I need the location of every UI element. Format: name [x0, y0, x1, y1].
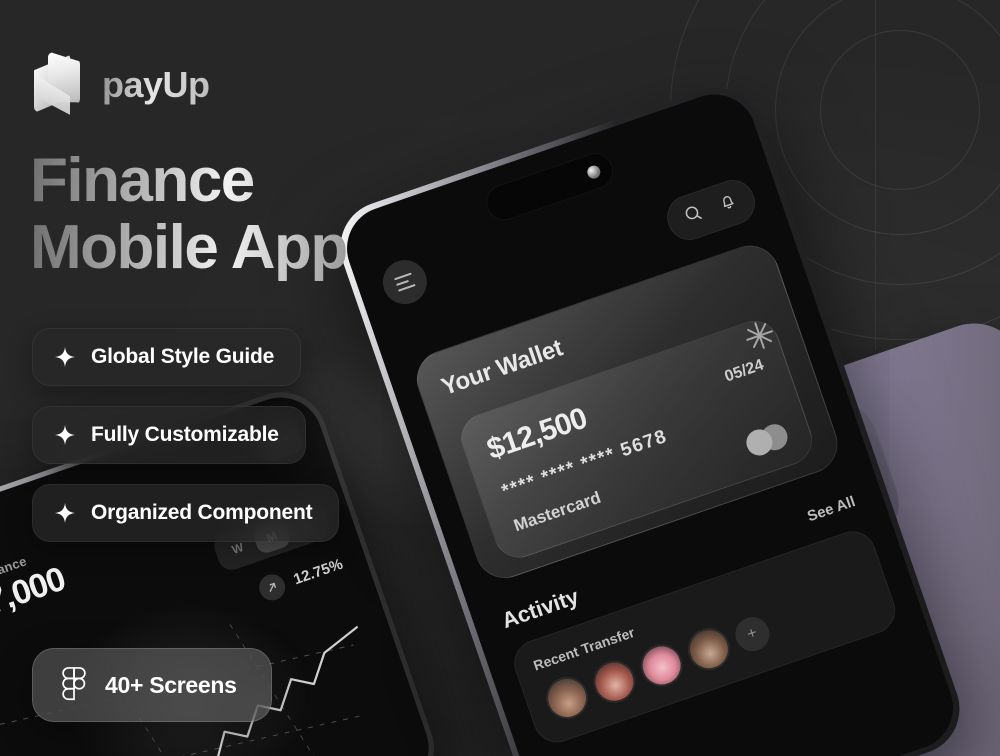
card-expiry: 05/24: [722, 356, 766, 386]
menu-line: [395, 279, 409, 286]
search-icon[interactable]: [681, 201, 708, 231]
sparkle-icon: [55, 425, 75, 445]
feature-pill-fully-customizable[interactable]: Fully Customizable: [32, 406, 306, 464]
mastercard-icon: [742, 420, 792, 459]
screens-count-label: 40+ Screens: [105, 671, 237, 698]
headline-line-1: Finance: [30, 147, 347, 215]
decorative-vertical-line: [875, 0, 876, 350]
wallet-action-pill: [661, 174, 761, 246]
ring-1: [820, 30, 980, 190]
feature-pill-organized-component[interactable]: Organized Component: [32, 484, 340, 542]
trend-up-icon: [255, 570, 289, 604]
feature-pill-label: Global Style Guide: [91, 345, 275, 368]
sparkle-icon: [55, 503, 75, 523]
bell-icon[interactable]: [715, 189, 742, 219]
page-title: Finance Mobile App: [30, 147, 348, 282]
brand-lockup: payUp: [30, 54, 210, 116]
avatar[interactable]: [682, 622, 736, 676]
see-all-link[interactable]: See All: [805, 493, 857, 525]
avatar[interactable]: [587, 655, 642, 709]
sparkle-icon: [55, 347, 75, 367]
menu-line: [393, 272, 412, 280]
headline-line-2: Mobile App: [30, 212, 348, 282]
trend-value: 12.75%: [291, 555, 345, 588]
avatar[interactable]: [634, 638, 689, 693]
avatar[interactable]: [540, 671, 594, 725]
folded-mark-logo: [30, 54, 84, 116]
hamburger-icon[interactable]: [376, 253, 433, 310]
figma-icon: [62, 667, 86, 701]
add-transfer-button[interactable]: +: [730, 612, 775, 656]
feature-pill-list: Global Style Guide Fully Customizable Or…: [32, 328, 340, 542]
feature-pill-global-style-guide[interactable]: Global Style Guide: [32, 328, 302, 386]
feature-pill-label: Organized Component: [91, 501, 313, 524]
poster-canvas: Total Balance $17,000 W M Y 12.75%: [0, 0, 1000, 756]
ring-2: [775, 0, 1000, 235]
menu-line: [397, 283, 416, 292]
feature-pill-label: Fully Customizable: [91, 423, 279, 446]
screens-count-badge[interactable]: 40+ Screens: [32, 648, 272, 722]
brand-name: payUp: [102, 64, 210, 105]
